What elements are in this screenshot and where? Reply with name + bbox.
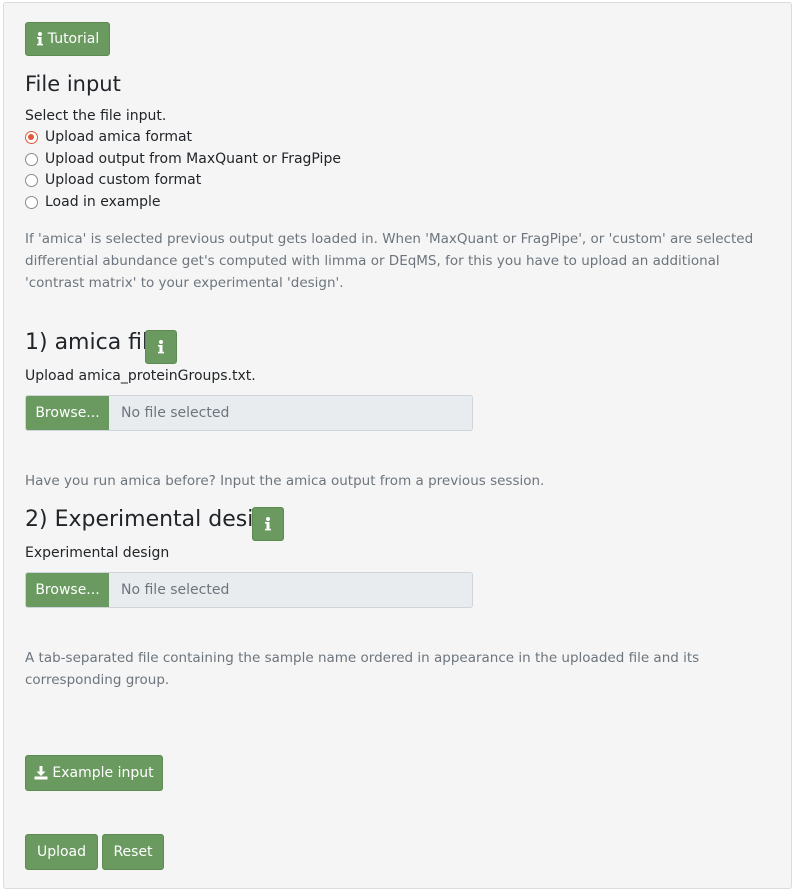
download-icon: [34, 766, 48, 780]
design-heading: 2) Experimental design: [25, 507, 282, 532]
radio-upload-maxquant[interactable]: Upload output from MaxQuant or FragPipe: [25, 151, 341, 167]
radio-label: Upload output from MaxQuant or FragPipe: [45, 151, 341, 167]
radio-button-checked[interactable]: [25, 130, 38, 144]
info-icon: [36, 32, 43, 46]
file-input-help: If 'amica' is selected previous output g…: [25, 231, 754, 291]
radio-label: Load in example: [45, 194, 161, 210]
info-icon: [265, 517, 271, 531]
tutorial-button-label: Tutorial: [47, 31, 100, 47]
browse-button[interactable]: Browse...: [26, 396, 109, 430]
radio-button[interactable]: [25, 195, 38, 209]
file-input-heading: File input: [25, 72, 121, 96]
browse-button[interactable]: Browse...: [26, 573, 109, 607]
radio-button[interactable]: [25, 152, 38, 166]
radio-upload-amica[interactable]: Upload amica format: [25, 129, 192, 145]
design-file-input[interactable]: Browse... No file selected: [25, 572, 473, 608]
radio-label: Upload amica format: [45, 129, 193, 145]
tutorial-button[interactable]: Tutorial: [25, 22, 110, 56]
design-info-button[interactable]: [252, 507, 284, 541]
amica-file-heading: 1) amica file: [25, 330, 162, 355]
reset-button[interactable]: Reset: [102, 834, 164, 870]
example-input-label: Example input: [52, 765, 154, 781]
amica-file-label: Upload amica_proteinGroups.txt.: [25, 368, 256, 384]
radio-load-example[interactable]: Load in example: [25, 194, 161, 210]
radio-upload-custom[interactable]: Upload custom format: [25, 172, 201, 188]
file-input-prompt: Select the file input.: [25, 108, 167, 124]
file-name-display[interactable]: No file selected: [109, 396, 472, 430]
design-help: A tab-separated file containing the samp…: [25, 650, 700, 688]
example-input-button[interactable]: Example input: [25, 755, 163, 791]
info-icon: [158, 340, 164, 354]
radio-label: Upload custom format: [45, 172, 202, 188]
file-name-display[interactable]: No file selected: [109, 573, 472, 607]
amica-file-info-button[interactable]: [145, 330, 177, 364]
design-label: Experimental design: [25, 545, 170, 561]
upload-button[interactable]: Upload: [25, 834, 98, 870]
amica-file-input[interactable]: Browse... No file selected: [25, 395, 473, 431]
radio-button[interactable]: [25, 173, 38, 187]
amica-file-help: Have you run amica before? Input the ami…: [25, 473, 545, 489]
